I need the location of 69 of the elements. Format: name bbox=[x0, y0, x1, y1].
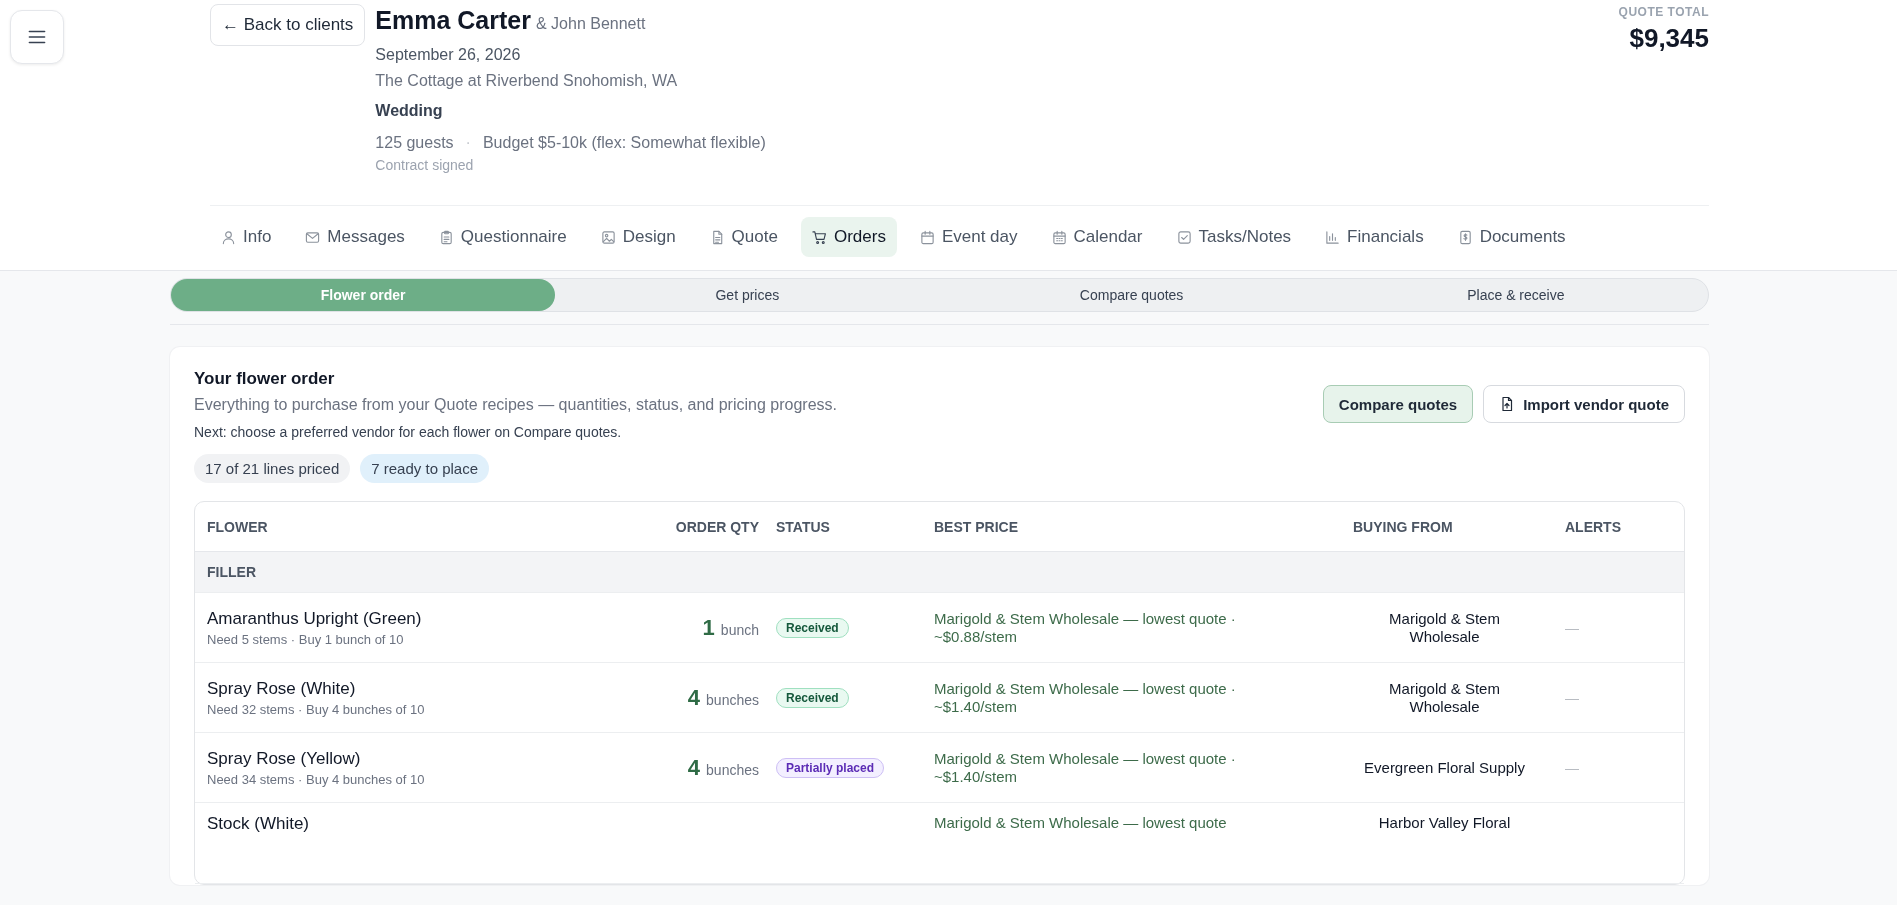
event-type: Wedding bbox=[375, 102, 444, 120]
calendar-icon bbox=[919, 229, 935, 245]
calendar-icon bbox=[1051, 229, 1067, 245]
best-price: Marigold & Stem Wholesale — lowest quote · ~$1.40/stem bbox=[934, 679, 1237, 716]
status-pill: Partially placed bbox=[776, 757, 885, 778]
compare-button[interactable]: Compare quotes bbox=[1322, 385, 1474, 423]
step-tab[interactable]: Place & receive bbox=[1323, 279, 1708, 311]
tab[interactable]: Quote bbox=[698, 217, 789, 257]
person-icon bbox=[221, 229, 236, 245]
image-icon bbox=[600, 229, 616, 245]
dollar-document-icon bbox=[1457, 229, 1473, 245]
tab[interactable]: Orders bbox=[800, 217, 897, 257]
card-title: Your flower order bbox=[194, 369, 336, 389]
venue: The Cottage at Riverbend Snohomish, WA bbox=[375, 72, 679, 90]
vendor-name: Marigold & Stem Wholesale bbox=[1388, 679, 1501, 716]
best-price: Marigold & Stem Wholesale — lowest quote bbox=[934, 814, 1228, 832]
vendor-name: Evergreen Floral Supply bbox=[1364, 758, 1525, 777]
partner-name: & John Bennett bbox=[535, 15, 646, 33]
flower-name: Spray Rose (Yellow) bbox=[207, 748, 362, 769]
import-button[interactable]: Import vendor quote bbox=[1483, 385, 1685, 423]
group-label: FILLER bbox=[207, 564, 256, 580]
order-quantity: 4 bunches bbox=[687, 690, 759, 708]
envelope-icon bbox=[305, 229, 321, 245]
event-date: September 26, 2026 bbox=[375, 46, 522, 64]
tab[interactable]: Tasks/Notes bbox=[1165, 217, 1303, 257]
flower-need: Need 5 stems · Buy 1 bunch of 10 bbox=[207, 631, 405, 647]
card-description: Everything to purchase from your Quote recipes — quantities, status, and pricing progress. bbox=[194, 396, 837, 414]
step-tab[interactable]: Get prices bbox=[555, 279, 940, 311]
step-tab[interactable]: Compare quotes bbox=[939, 279, 1324, 311]
summary-pill: 17 of 21 lines priced bbox=[194, 454, 351, 483]
budget: Budget $5-10k (flex: Somewhat flexible) bbox=[482, 134, 766, 152]
summary-pill: 7 ready to place bbox=[360, 454, 489, 483]
vendor-name: Marigold & Stem Wholesale bbox=[1388, 609, 1501, 646]
flower-need: Need 32 stems · Buy 4 bunches of 10 bbox=[207, 701, 426, 717]
best-price: Marigold & Stem Wholesale — lowest quote · ~$1.40/stem bbox=[934, 749, 1237, 786]
guest-count: 125 guests bbox=[375, 134, 454, 152]
client-name: Emma Carter bbox=[375, 6, 531, 35]
best-price: Marigold & Stem Wholesale — lowest quote · ~$0.88/stem bbox=[934, 609, 1237, 646]
quote-total-value: $9,345 bbox=[1629, 23, 1709, 54]
next-step-hint: Next: choose a preferred vendor for each flower on Compare quotes. bbox=[194, 424, 623, 440]
tab[interactable]: Calendar bbox=[1040, 217, 1154, 257]
tab[interactable]: Financials bbox=[1314, 217, 1435, 257]
cart-icon bbox=[811, 229, 827, 245]
clipboard-icon bbox=[438, 229, 454, 245]
menu-button[interactable] bbox=[10, 10, 64, 64]
bar-chart-icon bbox=[1325, 229, 1341, 245]
status-pill: Received bbox=[776, 687, 849, 708]
flower-name: Amaranthus Upright (Green) bbox=[207, 608, 423, 629]
flower-name: Spray Rose (White) bbox=[207, 678, 357, 699]
status-pill: Received bbox=[776, 617, 849, 638]
order-quantity: 1 bunch bbox=[702, 620, 759, 638]
tab[interactable]: Documents bbox=[1446, 217, 1577, 257]
vendor-name: Harbor Valley Floral bbox=[1378, 814, 1511, 832]
quote-total-label: QUOTE TOTAL bbox=[1618, 5, 1709, 19]
separator-dot: · bbox=[465, 134, 471, 152]
tab[interactable]: Info bbox=[210, 217, 283, 257]
back-button[interactable]: ← Back to clients bbox=[210, 4, 366, 46]
tab[interactable]: Event day bbox=[908, 217, 1029, 257]
tab[interactable]: Design bbox=[589, 217, 687, 257]
tab[interactable]: Questionnaire bbox=[427, 217, 578, 257]
order-quantity: 4 bunches bbox=[687, 760, 759, 778]
alerts-empty: — bbox=[1565, 619, 1579, 636]
alerts-empty: — bbox=[1565, 759, 1579, 776]
flower-need: Need 34 stems · Buy 4 bunches of 10 bbox=[207, 771, 426, 787]
tab[interactable]: Messages bbox=[294, 217, 416, 257]
contract-status: Contract signed bbox=[375, 157, 475, 173]
alerts-empty: — bbox=[1565, 689, 1579, 706]
flower-name: Stock (White) bbox=[207, 814, 311, 834]
checkbox-icon bbox=[1176, 229, 1192, 245]
